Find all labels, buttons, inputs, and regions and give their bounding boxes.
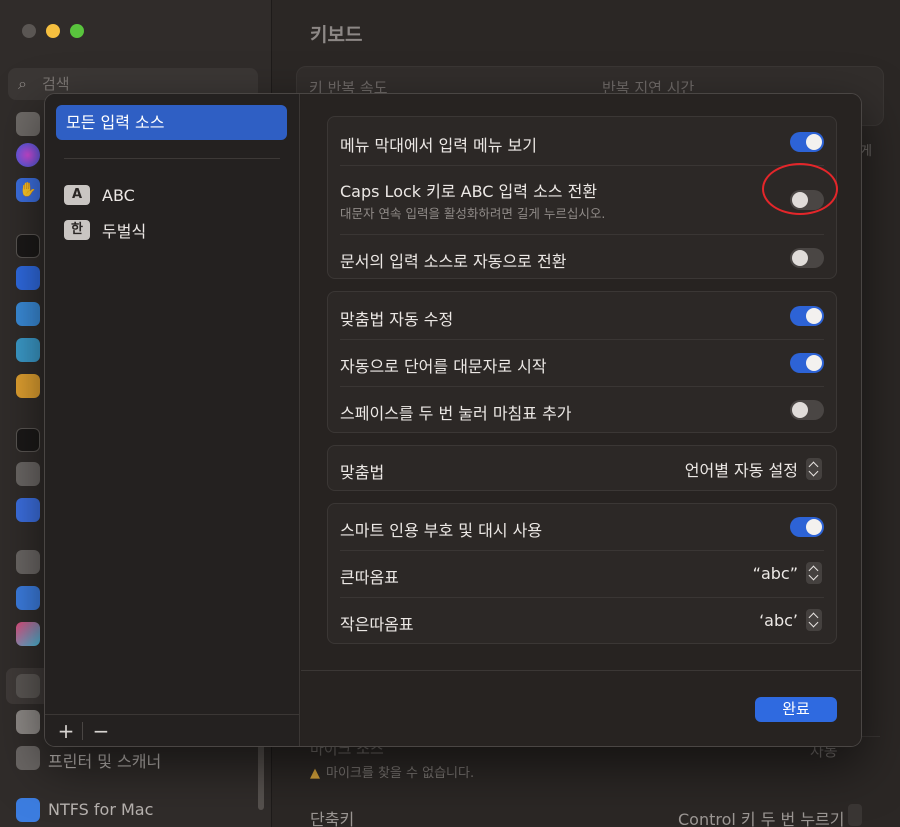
single-quotes-label: 작은따옴표 [340,615,414,634]
wallpaper-icon[interactable] [16,338,40,362]
row-double-quotes: 큰따옴표 “abc” [328,551,836,597]
mic-warning-text: 마이크를 찾을 수 없습니다. [326,766,475,781]
auto-capitalize-toggle[interactable] [790,353,824,373]
display-icon[interactable] [16,234,40,258]
single-quotes-popup[interactable]: ‘abc’ [759,609,822,631]
input-source-list: 모든 입력 소스 A ABC 한 두벌식 + − [45,94,300,746]
done-button[interactable]: 완료 [755,697,837,722]
input-menu-group: 메뉴 막대에서 입력 메뉴 보기 Caps Lock 키로 ABC 입력 소스 … [327,116,837,279]
brightness-icon[interactable] [16,266,40,290]
smart-quotes-toggle[interactable] [790,517,824,537]
row-show-input-menu: 메뉴 막대에서 입력 메뉴 보기 [328,117,836,165]
input-source-abc[interactable]: A ABC [64,183,135,207]
row-auto-capitalize: 자동으로 단어를 대문자로 시작 [328,340,836,386]
keyboard-icon [16,674,40,698]
double-quotes-value: “abc” [752,563,798,583]
lightbulb-icon[interactable] [16,374,40,398]
chevron-updown-icon [806,562,822,584]
row-caps-lock-switch: Caps Lock 키로 ABC 입력 소스 전환 대문자 연속 입력을 활성화… [328,166,836,234]
row-single-quotes: 작은따옴표 ‘abc’ [328,598,836,644]
search-placeholder: 검색 [42,75,70,93]
abc-badge-icon: A [64,185,90,205]
close-window-button[interactable] [22,24,36,38]
sidebar-item-printers[interactable]: 프린터 및 스캐너 [48,748,161,772]
zoom-window-button[interactable] [70,24,84,38]
screensaver-icon[interactable] [16,302,40,326]
minimize-window-button[interactable] [46,24,60,38]
spelling-language-popup[interactable]: 언어별 자동 설정 [685,457,822,481]
row-spelling: 맞춤법 언어별 자동 설정 [328,446,836,490]
highlight-annotation-oval [762,163,838,215]
hangul-badge-icon: 한 [64,220,90,240]
double-space-period-toggle[interactable] [790,400,824,420]
input-source-korean[interactable]: 한 두벌식 [64,218,146,242]
warning-icon: ▲ [310,766,320,781]
ntfs-icon[interactable] [16,798,40,822]
row-double-space-period: 스페이스를 두 번 눌러 마침표 추가 [328,387,836,433]
row-smart-quotes: 스마트 인용 부호 및 대시 사용 [328,504,836,550]
hand-icon[interactable]: ✋ [16,178,40,202]
caps-lock-switch-sublabel: 대문자 연속 입력을 활성화하려면 길게 누르십시오. [340,206,606,221]
auto-correct-toggle[interactable] [790,306,824,326]
double-quotes-popup[interactable]: “abc” [753,562,822,584]
spelling-language-value: 언어별 자동 설정 [684,461,798,480]
shortcut-label: 단축키 [310,810,355,827]
all-input-sources-item[interactable]: 모든 입력 소스 [56,105,287,140]
window-title: 키보드 [310,24,363,46]
password-key-icon[interactable] [16,550,40,574]
internet-accounts-icon[interactable] [16,586,40,610]
siri-icon[interactable] [16,143,40,167]
spelling-options-group: 맞춤법 자동 수정 자동으로 단어를 대문자로 시작 스페이스를 두 번 눌러 … [327,291,837,433]
input-sources-dialog: 모든 입력 소스 A ABC 한 두벌식 + − 메뉴 막대에서 입력 메뉴 보… [44,93,862,747]
sidebar-item-ntfs[interactable]: NTFS for Mac [48,800,153,819]
lock-icon[interactable] [16,462,40,486]
row-auto-correct: 맞춤법 자동 수정 [328,292,836,339]
game-center-icon[interactable] [16,622,40,646]
row-auto-switch-doc: 문서의 입력 소스로 자동으로 전환 [328,235,836,280]
lock-screen-icon[interactable] [16,428,40,452]
auto-capitalize-label: 자동으로 단어를 대문자로 시작 [340,357,547,376]
sidebar-bottom-bar: + − [45,714,300,746]
smart-quotes-group: 스마트 인용 부호 및 대시 사용 큰따옴표 “abc” 작은따옴표 ‘abc’ [327,503,837,644]
show-input-menu-toggle[interactable] [790,132,824,152]
remove-input-source-button[interactable]: − [88,718,114,744]
printer-icon[interactable] [16,746,40,770]
caps-lock-switch-label: Caps Lock 키로 ABC 입력 소스 전환 [340,182,598,201]
mic-warning: ▲ 마이크를 찾을 수 없습니다. [310,762,474,781]
smart-quotes-label: 스마트 인용 부호 및 대시 사용 [340,521,543,540]
search-icon: ⌕ [18,74,27,93]
chevron-updown-icon [806,609,822,631]
auto-switch-doc-label: 문서의 입력 소스로 자동으로 전환 [340,252,567,271]
users-icon[interactable] [16,498,40,522]
button-separator [82,722,83,740]
add-input-source-button[interactable]: + [53,718,79,744]
auto-switch-doc-toggle[interactable] [790,248,824,268]
shortcut-stepper[interactable] [848,804,862,826]
shortcut-value[interactable]: Control 키 두 번 누르기 [678,806,845,827]
show-input-menu-label: 메뉴 막대에서 입력 메뉴 보기 [340,136,537,155]
single-quotes-value: ‘abc’ [759,610,798,630]
double-quotes-label: 큰따옴표 [340,568,399,587]
double-space-period-label: 스페이스를 두 번 눌러 마침표 추가 [340,404,572,423]
spelling-label: 맞춤법 [340,463,385,482]
settings-category-icon[interactable] [16,112,40,136]
chevron-updown-icon [806,458,822,480]
mouse-icon[interactable] [16,710,40,734]
input-source-label: 두벌식 [102,222,147,241]
sidebar-divider [64,158,280,159]
input-source-label: ABC [102,185,135,205]
footer-divider [301,670,861,671]
auto-correct-label: 맞춤법 자동 수정 [340,310,454,329]
spelling-language-group: 맞춤법 언어별 자동 설정 [327,445,837,491]
